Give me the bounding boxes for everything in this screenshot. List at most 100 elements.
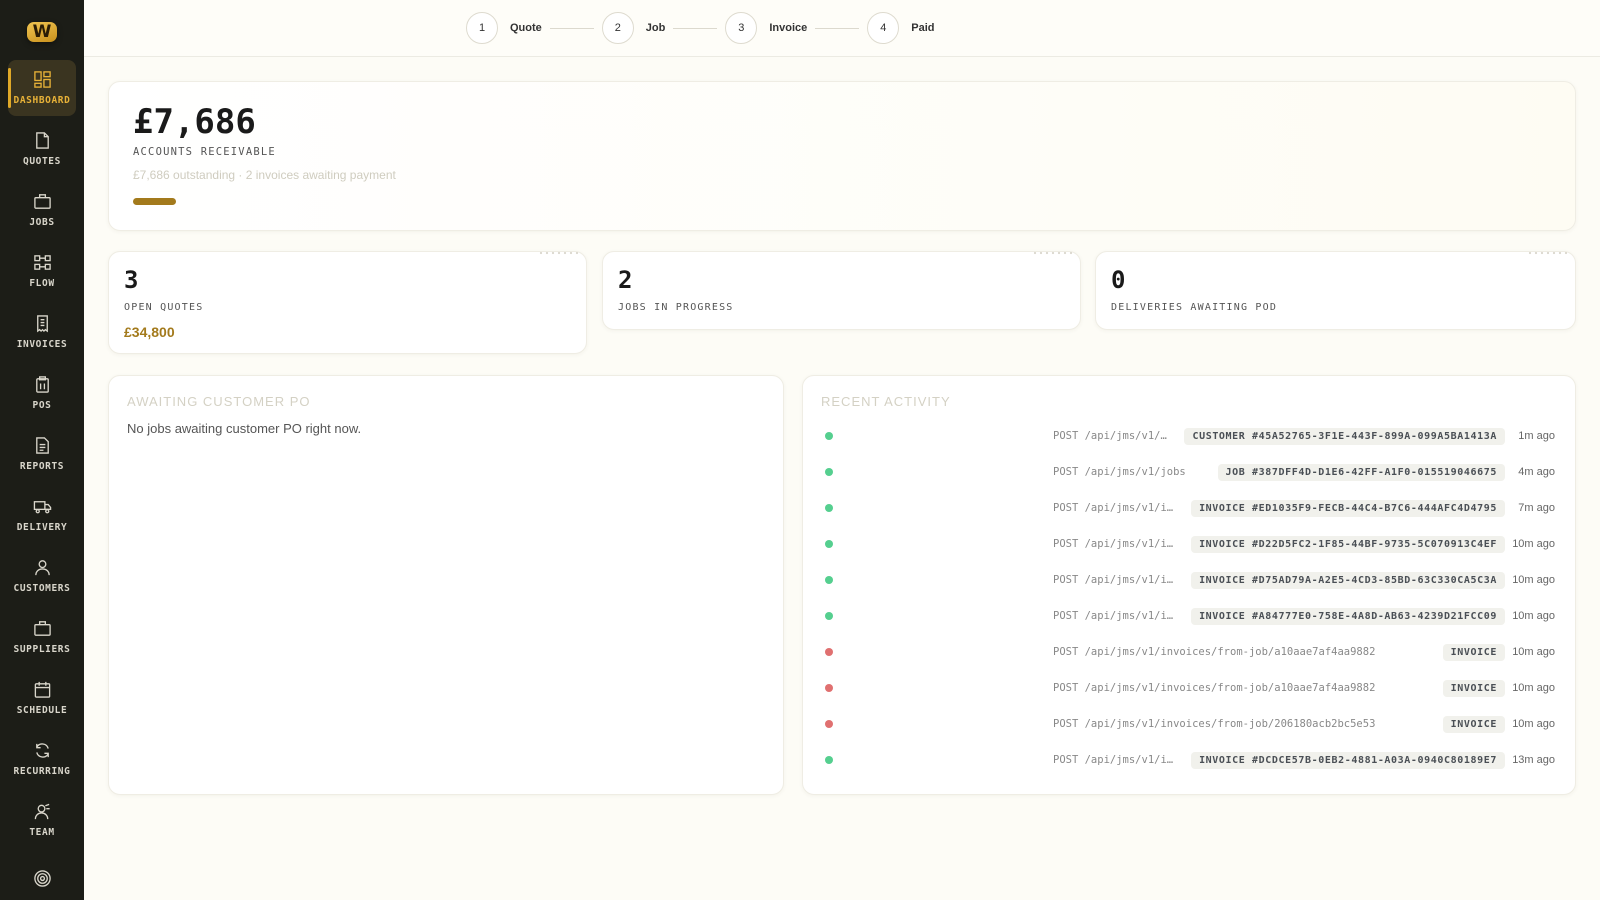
drag-handle-icon[interactable] (1032, 251, 1072, 255)
activity-path: POST /api/jms/v1/invoices (1053, 502, 1177, 514)
accounts-receivable-summary: £7,686 outstanding · 2 invoices awaiting… (133, 168, 396, 182)
entity-badge[interactable]: INVOICE #A84777E0-758E-4A8D-AB63-4239D21… (1191, 607, 1505, 625)
calendar-icon (34, 681, 50, 698)
sidebar-item-quotes[interactable]: QUOTES (8, 121, 76, 177)
entity-badge[interactable]: JOB #387DFF4D-D1E6-42FF-A1F0-01551904667… (1217, 463, 1505, 481)
app-logo[interactable]: W (27, 22, 57, 42)
accounts-receivable-card[interactable]: £7,686 ACCOUNTS RECEIVABLE £7,686 outsta… (108, 81, 1576, 231)
top-bar: 1 Quote 2 Job 3 Invoice 4 Paid (84, 0, 1600, 57)
entity-badge[interactable]: INVOICE (1442, 679, 1505, 697)
step-number[interactable]: 1 (466, 12, 498, 44)
empty-state-message: No jobs awaiting customer PO right now. (127, 421, 362, 436)
stat-label: OPEN QUOTES (124, 302, 204, 313)
logo-letter: W (32, 22, 52, 42)
drag-handle-icon[interactable] (538, 251, 578, 255)
entity-badge[interactable]: INVOICE (1442, 715, 1505, 733)
deliveries-awaiting-pod-card[interactable]: 0 DELIVERIES AWAITING POD (1095, 251, 1576, 330)
activity-time: 1m ago (1518, 430, 1555, 442)
activity-path: POST /api/jms/v1/jobs (1053, 466, 1186, 478)
entity-badge[interactable]: INVOICE (1442, 643, 1505, 661)
activity-path: POST /api/jms/v1/invoices (1053, 754, 1177, 766)
sidebar-item-label: QUOTES (23, 156, 61, 167)
status-dot-icon (825, 576, 833, 584)
sidebar-item-suppliers[interactable]: SUPPLIERS (8, 609, 76, 665)
activity-row[interactable]: POST /api/jms/v1/invoices/from-job/a10aa… (821, 642, 1555, 662)
panel-title: AWAITING CUSTOMER PO (127, 394, 311, 409)
activity-row[interactable]: POST /api/jms/v1/invoices INVOICE #ED1035… (821, 498, 1555, 518)
step-label[interactable]: Paid (911, 22, 934, 34)
activity-row[interactable]: POST /api/jms/v1/invoices INVOICE #D22D5F… (821, 534, 1555, 554)
step-label[interactable]: Invoice (769, 22, 807, 34)
stat-value: 2 (618, 266, 633, 294)
sidebar: W DASHBOARD QUOTES JOBS FLOW INVOICES PO… (0, 0, 84, 900)
sidebar-item-dashboard[interactable]: DASHBOARD (8, 60, 76, 116)
status-dot-icon (825, 504, 833, 512)
recent-activity-panel: RECENT ACTIVITY POST /api/jms/v1/custome… (802, 375, 1576, 795)
activity-time: 10m ago (1512, 682, 1555, 694)
target-icon (33, 869, 51, 887)
sidebar-item-target[interactable] (8, 853, 76, 900)
activity-row[interactable]: POST /api/jms/v1/invoices INVOICE #A84777… (821, 606, 1555, 626)
flow-icon (33, 255, 51, 270)
entity-badge[interactable]: CUSTOMER #45A52765-3F1E-443F-899A-099A5B… (1184, 427, 1505, 445)
team-icon (34, 803, 50, 820)
activity-row[interactable]: POST /api/jms/v1/invoices/from-job/a10aa… (821, 678, 1555, 698)
sidebar-item-label: TEAM (29, 827, 55, 838)
entity-badge[interactable]: INVOICE #DCDCE57B-0EB2-4881-A03A-0940C80… (1191, 751, 1505, 769)
sidebar-item-label: SCHEDULE (16, 705, 68, 716)
open-quotes-card[interactable]: 3 OPEN QUOTES £34,800 (108, 251, 587, 354)
user-icon (34, 560, 50, 576)
step-number[interactable]: 4 (867, 12, 900, 44)
step-label[interactable]: Job (646, 22, 666, 34)
step-number[interactable]: 3 (725, 12, 758, 44)
accounts-receivable-value: £7,686 (133, 102, 256, 142)
step-number[interactable]: 2 (601, 12, 634, 44)
sidebar-item-recurring[interactable]: RECURRING (8, 731, 76, 787)
sidebar-item-pos[interactable]: POS (8, 365, 76, 421)
activity-time: 10m ago (1512, 718, 1555, 730)
dashboard-icon (33, 71, 51, 88)
sidebar-item-flow[interactable]: FLOW (8, 243, 76, 299)
sidebar-item-label: DASHBOARD (13, 95, 71, 106)
status-dot-icon (825, 468, 833, 476)
status-dot-icon (825, 612, 833, 620)
activity-time: 10m ago (1512, 538, 1555, 550)
activity-path: POST /api/jms/v1/invoices (1053, 574, 1177, 586)
sidebar-item-label: SUPPLIERS (13, 644, 71, 655)
activity-row[interactable]: POST /api/jms/v1/invoices INVOICE #DCDCE5… (821, 750, 1555, 770)
jobs-in-progress-card[interactable]: 2 JOBS IN PROGRESS (602, 251, 1081, 330)
step-connector (815, 27, 860, 29)
activity-row[interactable]: POST /api/jms/v1/customers CUSTOMER #45A5… (821, 426, 1555, 446)
sidebar-item-label: JOBS (29, 217, 55, 228)
activity-row[interactable]: POST /api/jms/v1/jobs JOB #387DFF4D-D1E6-… (821, 462, 1555, 482)
sidebar-item-reports[interactable]: REPORTS (8, 426, 76, 482)
activity-path: POST /api/jms/v1/invoices/from-job/a10aa… (1053, 682, 1376, 694)
briefcase-icon (33, 621, 51, 636)
step-label[interactable]: Quote (510, 22, 542, 34)
report-icon (35, 437, 49, 454)
activity-path: POST /api/jms/v1/invoices (1053, 538, 1177, 550)
entity-badge[interactable]: INVOICE #ED1035F9-FECB-44C4-B7C6-444AFC4… (1191, 499, 1505, 517)
refresh-icon (35, 743, 49, 758)
entity-badge[interactable]: INVOICE #D22D5FC2-1F85-44BF-9735-5C07091… (1191, 535, 1505, 553)
sidebar-item-invoices[interactable]: INVOICES (8, 304, 76, 360)
stat-amount: £34,800 (124, 324, 175, 340)
drag-handle-icon[interactable] (1527, 251, 1567, 255)
status-dot-icon (825, 756, 833, 764)
activity-row[interactable]: POST /api/jms/v1/invoices INVOICE #D75AD7… (821, 570, 1555, 590)
sidebar-item-team[interactable]: TEAM (8, 792, 76, 848)
entity-badge[interactable]: INVOICE #D75AD79A-A2E5-4CD3-85BD-63C330C… (1191, 571, 1505, 589)
sidebar-item-label: POS (32, 400, 52, 411)
stat-value: 3 (124, 266, 139, 294)
sidebar-item-delivery[interactable]: DELIVERY (8, 487, 76, 543)
sidebar-item-customers[interactable]: CUSTOMERS (8, 548, 76, 604)
activity-row[interactable]: POST /api/jms/v1/invoices/from-job/20618… (821, 714, 1555, 734)
sidebar-item-label: RECURRING (13, 766, 71, 777)
clipboard-icon (35, 376, 49, 393)
awaiting-customer-po-panel: AWAITING CUSTOMER PO No jobs awaiting cu… (108, 375, 784, 795)
briefcase-icon (33, 194, 51, 209)
sidebar-item-schedule[interactable]: SCHEDULE (8, 670, 76, 726)
sidebar-item-jobs[interactable]: JOBS (8, 182, 76, 238)
stat-label: DELIVERIES AWAITING POD (1111, 302, 1278, 313)
activity-time: 10m ago (1512, 610, 1555, 622)
